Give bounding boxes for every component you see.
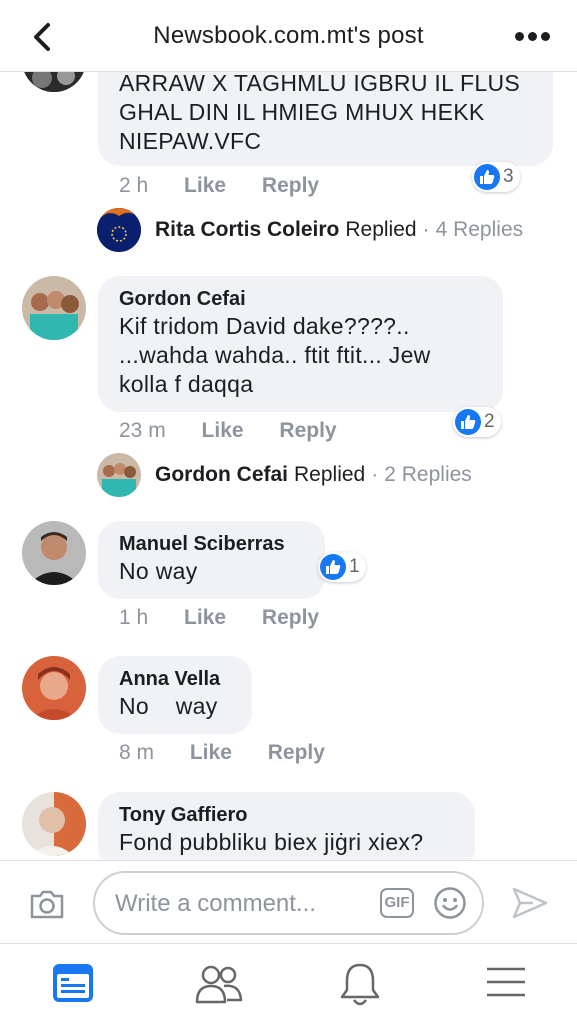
reply-button[interactable]: Reply — [268, 741, 325, 765]
page-title: Newsbook.com.mt's post — [153, 22, 424, 49]
tab-menu[interactable] — [455, 944, 555, 1024]
thumbs-up-icon — [455, 409, 481, 435]
reply-count: 2 Replies — [384, 463, 472, 486]
comment-meta: 23 m Like Reply — [119, 419, 337, 443]
comment-text: No way — [119, 558, 198, 584]
comments-list[interactable]: ARRAW X TAGHMLU IGBRU IL FLUS GHAL DIN I… — [0, 72, 577, 860]
comment-time: 8 m — [119, 741, 155, 764]
reply-button[interactable]: Reply — [279, 419, 336, 443]
avatar[interactable] — [22, 792, 86, 856]
more-options-icon[interactable] — [513, 28, 553, 44]
reaction-count[interactable]: 1 — [318, 552, 366, 582]
reply-avatar — [97, 453, 141, 497]
thumbs-up-icon — [474, 164, 500, 190]
thumbs-up-icon — [320, 554, 346, 580]
comment-meta: 8 m Like Reply — [119, 741, 325, 765]
comment-meta: 2 h Like Reply — [119, 174, 319, 198]
tab-news-feed[interactable] — [22, 944, 122, 1024]
avatar[interactable] — [22, 276, 86, 340]
comment-input[interactable] — [115, 887, 365, 921]
like-button[interactable]: Like — [202, 419, 244, 443]
comment-text: No way — [119, 693, 218, 719]
send-icon[interactable] — [511, 886, 549, 920]
comment-time: 1 h — [119, 606, 149, 629]
comment-meta: 1 h Like Reply — [119, 606, 319, 630]
separator-dot: · — [422, 218, 430, 241]
reply-button[interactable]: Reply — [262, 174, 319, 198]
menu-icon — [487, 967, 525, 997]
news-feed-icon — [53, 964, 93, 1002]
camera-icon[interactable] — [28, 887, 66, 921]
avatar[interactable] — [22, 521, 86, 585]
replied-label: Replied — [345, 218, 417, 241]
comment-author[interactable]: Gordon Cefai — [119, 286, 483, 312]
comment-bubble[interactable]: Manuel Sciberras No way — [98, 521, 325, 599]
avatar[interactable] — [22, 656, 86, 720]
reply-button[interactable]: Reply — [262, 606, 319, 630]
like-button[interactable]: Like — [184, 174, 226, 198]
comment-text: Fond pubbliku biex jiġri xiex? — [119, 829, 424, 855]
replier-name: Gordon Cefai — [155, 463, 289, 486]
tab-friends[interactable] — [164, 944, 264, 1024]
comment-text: ARRAW X TAGHMLU IGBRU IL FLUS GHAL DIN I… — [119, 72, 521, 154]
gif-icon[interactable]: GIF — [380, 888, 414, 918]
comment-author[interactable]: Anna Vella — [119, 666, 232, 692]
comment-bubble[interactable]: Anna Vella No way — [98, 656, 252, 734]
comment-time: 23 m — [119, 419, 166, 442]
like-button[interactable]: Like — [190, 741, 232, 765]
comment-author[interactable]: Manuel Sciberras — [119, 531, 305, 557]
tab-notifications[interactable] — [308, 944, 408, 1024]
comment-bubble[interactable]: Tony Gaffiero Fond pubbliku biex jiġri x… — [98, 792, 475, 860]
reaction-number: 2 — [484, 411, 495, 432]
reaction-number: 3 — [503, 166, 514, 187]
comment-composer: GIF — [0, 860, 577, 944]
avatar[interactable] — [22, 72, 86, 92]
comment-time: 2 h — [119, 174, 149, 197]
notifications-icon — [340, 963, 380, 1006]
comment-text: Kif tridom David dake????.. ...wahda wah… — [119, 313, 431, 397]
view-replies[interactable]: Rita Cortis Coleiro Replied · 4 Replies — [97, 208, 523, 252]
reaction-count[interactable]: 3 — [472, 162, 520, 192]
comment-bubble[interactable]: Gordon Cefai Kif tridom David dake????..… — [98, 276, 503, 412]
top-bar: Newsbook.com.mt's post — [0, 0, 577, 72]
comment-author[interactable]: Tony Gaffiero — [119, 802, 455, 828]
reply-avatar — [97, 208, 141, 252]
view-replies[interactable]: Gordon Cefai Replied · 2 Replies — [97, 453, 472, 497]
comment-input-box[interactable]: GIF — [93, 871, 484, 935]
replier-name: Rita Cortis Coleiro — [155, 218, 340, 241]
bottom-tab-bar — [0, 944, 577, 1024]
replied-label: Replied — [294, 463, 366, 486]
reply-count: 4 Replies — [435, 218, 524, 241]
reaction-count[interactable]: 2 — [453, 407, 501, 437]
like-button[interactable]: Like — [184, 606, 226, 630]
friends-icon — [195, 965, 243, 1004]
emoji-icon[interactable] — [433, 886, 467, 920]
separator-dot: · — [371, 463, 379, 486]
comment-bubble[interactable]: ARRAW X TAGHMLU IGBRU IL FLUS GHAL DIN I… — [98, 72, 553, 166]
reaction-number: 1 — [349, 556, 360, 577]
